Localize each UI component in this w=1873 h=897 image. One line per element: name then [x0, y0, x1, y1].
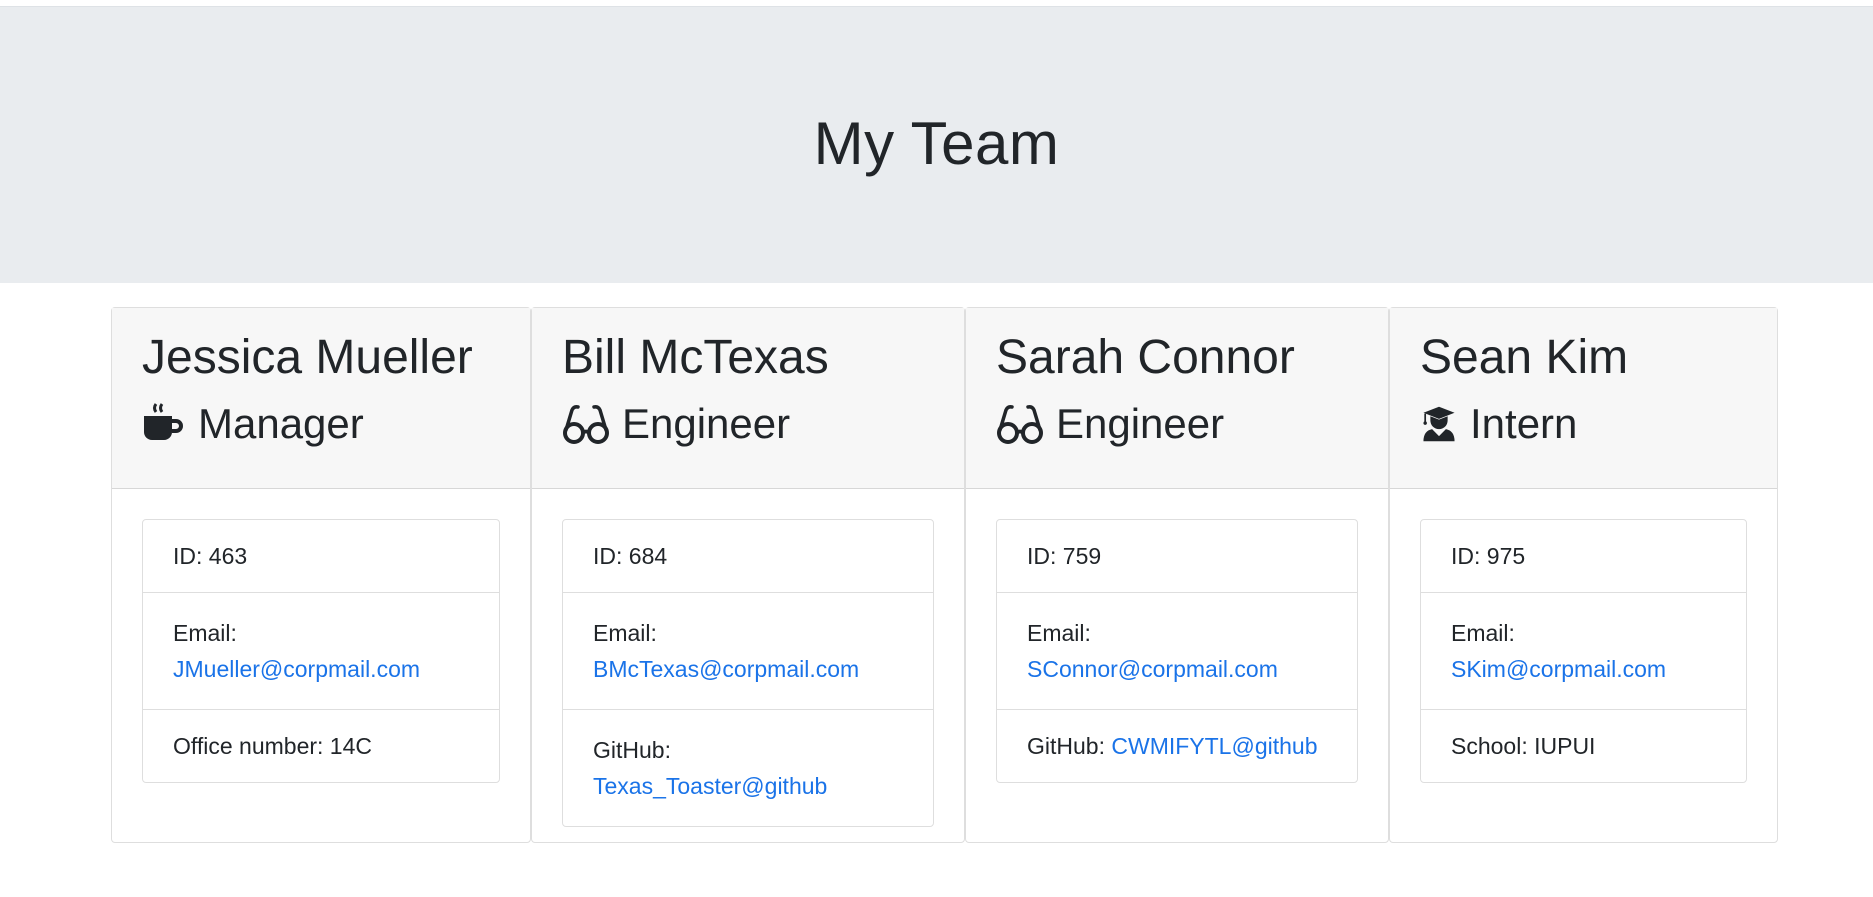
office-number-item: Office number: 14C	[143, 709, 499, 782]
card-body: ID: 463 Email: JMueller@corpmail.com Off…	[112, 489, 530, 783]
github-item: GitHub: CWMIFYTL@github	[997, 709, 1357, 782]
employee-role: Intern	[1420, 398, 1747, 450]
employee-card-engineer: Sarah Connor Engineer ID: 759 Email: SCo…	[965, 307, 1389, 843]
header-jumbotron: My Team	[0, 6, 1873, 283]
github-label: GitHub:	[1027, 733, 1105, 759]
card-header: Sarah Connor Engineer	[966, 308, 1388, 489]
id-item: ID: 463	[173, 543, 248, 569]
employee-card-engineer: Bill McTexas Engineer ID: 684 Email: BMc…	[531, 307, 965, 843]
details-list: ID: 759 Email: SConnor@corpmail.com GitH…	[996, 519, 1358, 783]
email-item: Email: BMcTexas@corpmail.com	[563, 592, 933, 709]
email-item: Email: SConnor@corpmail.com	[997, 592, 1357, 709]
employee-name: Sarah Connor	[996, 331, 1295, 384]
employee-name: Bill McTexas	[562, 331, 829, 384]
email-label: Email:	[173, 620, 237, 646]
glasses-icon	[997, 405, 1043, 444]
card-body: ID: 975 Email: SKim@corpmail.com School:…	[1390, 489, 1777, 783]
details-list: ID: 975 Email: SKim@corpmail.com School:…	[1420, 519, 1747, 783]
card-header: Sean Kim Intern	[1390, 308, 1777, 489]
github-link[interactable]: CWMIFYTL@github	[1111, 733, 1317, 759]
role-label: Engineer	[1056, 400, 1225, 447]
card-header: Jessica Mueller Manager	[112, 308, 530, 489]
id-item: ID: 684	[593, 543, 668, 569]
github-label: GitHub:	[593, 737, 671, 763]
details-list: ID: 684 Email: BMcTexas@corpmail.com Git…	[562, 519, 934, 827]
email-item: Email: SKim@corpmail.com	[1421, 592, 1746, 709]
role-label: Engineer	[622, 400, 791, 447]
glasses-icon	[563, 405, 609, 444]
graduate-icon	[1423, 406, 1455, 442]
email-label: Email:	[1027, 620, 1091, 646]
role-label: Manager	[198, 400, 364, 447]
school-item: School: IUPUI	[1421, 709, 1746, 782]
email-link[interactable]: BMcTexas@corpmail.com	[593, 656, 859, 682]
email-link[interactable]: SConnor@corpmail.com	[1027, 656, 1278, 682]
email-label: Email:	[1451, 620, 1515, 646]
github-item: GitHub: Texas_Toaster@github	[563, 709, 933, 826]
details-list: ID: 463 Email: JMueller@corpmail.com Off…	[142, 519, 500, 783]
email-link[interactable]: JMueller@corpmail.com	[173, 656, 420, 682]
github-link[interactable]: Texas_Toaster@github	[593, 773, 827, 799]
employee-name: Sean Kim	[1420, 331, 1629, 384]
role-label: Intern	[1470, 400, 1578, 447]
employee-role: Engineer	[562, 398, 934, 450]
card-body: ID: 759 Email: SConnor@corpmail.com GitH…	[966, 489, 1388, 783]
id-item: ID: 759	[1027, 543, 1102, 569]
employee-role: Manager	[142, 398, 500, 450]
id-item: ID: 975	[1451, 543, 1526, 569]
employee-role: Engineer	[996, 398, 1358, 450]
card-header: Bill McTexas Engineer	[532, 308, 964, 489]
coffee-icon	[144, 403, 183, 440]
employee-card-manager: Jessica Mueller Manager ID: 463 Email: J…	[111, 307, 531, 843]
page-title: My Team	[813, 109, 1060, 177]
email-link[interactable]: SKim@corpmail.com	[1451, 656, 1666, 682]
employee-name: Jessica Mueller	[142, 331, 473, 384]
card-body: ID: 684 Email: BMcTexas@corpmail.com Git…	[532, 489, 964, 827]
employee-card-intern: Sean Kim Intern ID: 975 Email: SKim@corp…	[1389, 307, 1778, 843]
email-item: Email: JMueller@corpmail.com	[143, 592, 499, 709]
email-label: Email:	[593, 620, 657, 646]
